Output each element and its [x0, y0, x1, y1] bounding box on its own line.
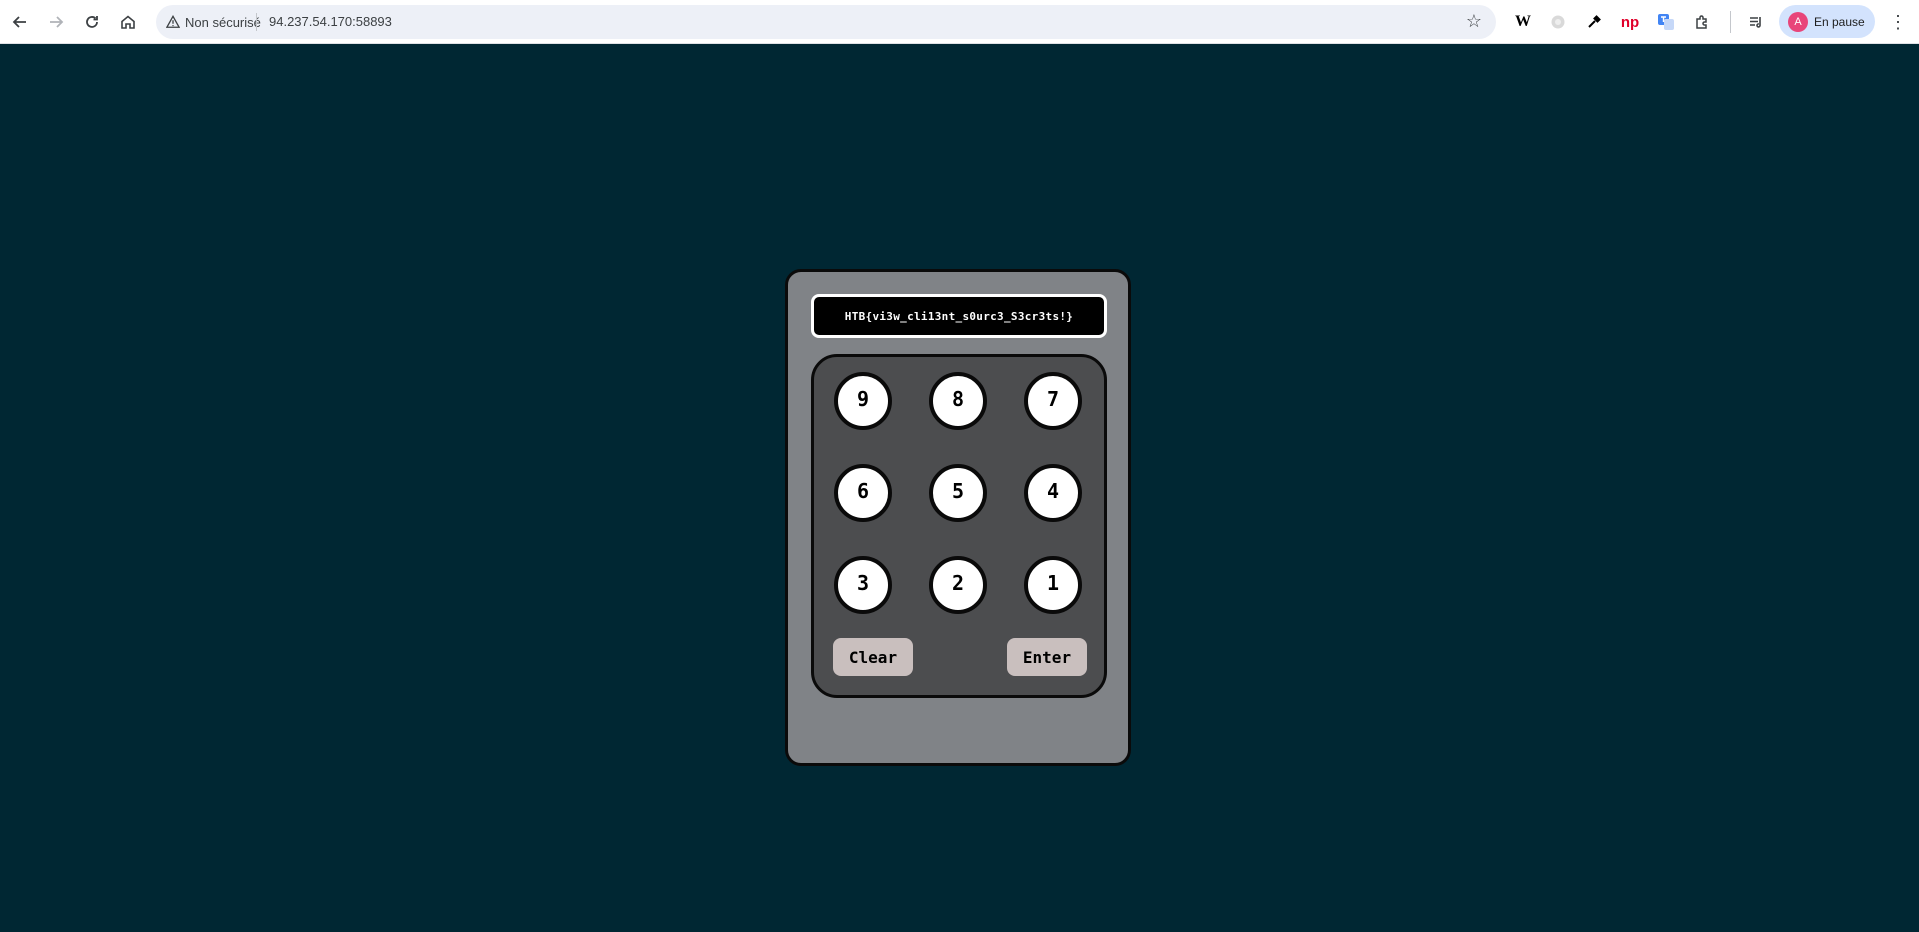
key-9[interactable]: 9 — [834, 372, 892, 430]
media-controls-icon[interactable] — [1743, 9, 1769, 35]
forward-arrow-icon — [50, 16, 64, 28]
home-button[interactable] — [114, 8, 142, 36]
home-icon — [121, 15, 135, 29]
key-2[interactable]: 2 — [929, 556, 987, 614]
toolbar-separator — [1730, 11, 1731, 33]
reload-button[interactable] — [78, 8, 106, 36]
warning-icon — [166, 15, 180, 28]
url-text[interactable]: 94.237.54.170:58893 — [269, 14, 392, 29]
key-1[interactable]: 1 — [1024, 556, 1082, 614]
bookmark-star-icon[interactable]: ☆ — [1466, 11, 1482, 32]
key-8[interactable]: 8 — [929, 372, 987, 430]
puzzle-icon[interactable] — [1689, 9, 1715, 35]
omnibox-divider — [256, 13, 257, 31]
keypad: 9 8 7 6 5 4 3 2 1 Clear Enter — [811, 354, 1107, 698]
grayed-extension-icon[interactable] — [1545, 9, 1571, 35]
browser-toolbar: Non sécurisé 94.237.54.170:58893 ☆ W np … — [0, 0, 1919, 44]
translate-icon[interactable] — [1653, 9, 1679, 35]
forward-button[interactable] — [42, 8, 70, 36]
key-7[interactable]: 7 — [1024, 372, 1082, 430]
address-bar[interactable]: Non sécurisé 94.237.54.170:58893 ☆ — [156, 5, 1496, 39]
more-menu-icon[interactable]: ⋮ — [1888, 9, 1908, 35]
back-arrow-icon — [12, 16, 26, 28]
key-3[interactable]: 3 — [834, 556, 892, 614]
reload-icon — [86, 16, 98, 28]
wikipedia-extension-icon[interactable]: W — [1510, 9, 1536, 35]
key-6[interactable]: 6 — [834, 464, 892, 522]
display-screen: HTB{vi3w_cli13nt_s0urc3_S3cr3ts!} — [811, 294, 1107, 338]
key-4[interactable]: 4 — [1024, 464, 1082, 522]
np-extension-icon[interactable]: np — [1617, 9, 1643, 35]
profile-status-label: En pause — [1814, 14, 1865, 29]
color-picker-icon[interactable] — [1581, 9, 1607, 35]
keypad-device: HTB{vi3w_cli13nt_s0urc3_S3cr3ts!} 9 8 7 … — [785, 269, 1131, 766]
security-label: Non sécurisé — [185, 14, 261, 30]
security-indicator[interactable]: Non sécurisé — [166, 12, 261, 32]
key-5[interactable]: 5 — [929, 464, 987, 522]
enter-button[interactable]: Enter — [1007, 638, 1087, 676]
clear-button[interactable]: Clear — [833, 638, 913, 676]
back-button[interactable] — [6, 8, 34, 36]
avatar: A — [1788, 11, 1808, 32]
profile-button[interactable]: A En pause — [1779, 5, 1875, 38]
